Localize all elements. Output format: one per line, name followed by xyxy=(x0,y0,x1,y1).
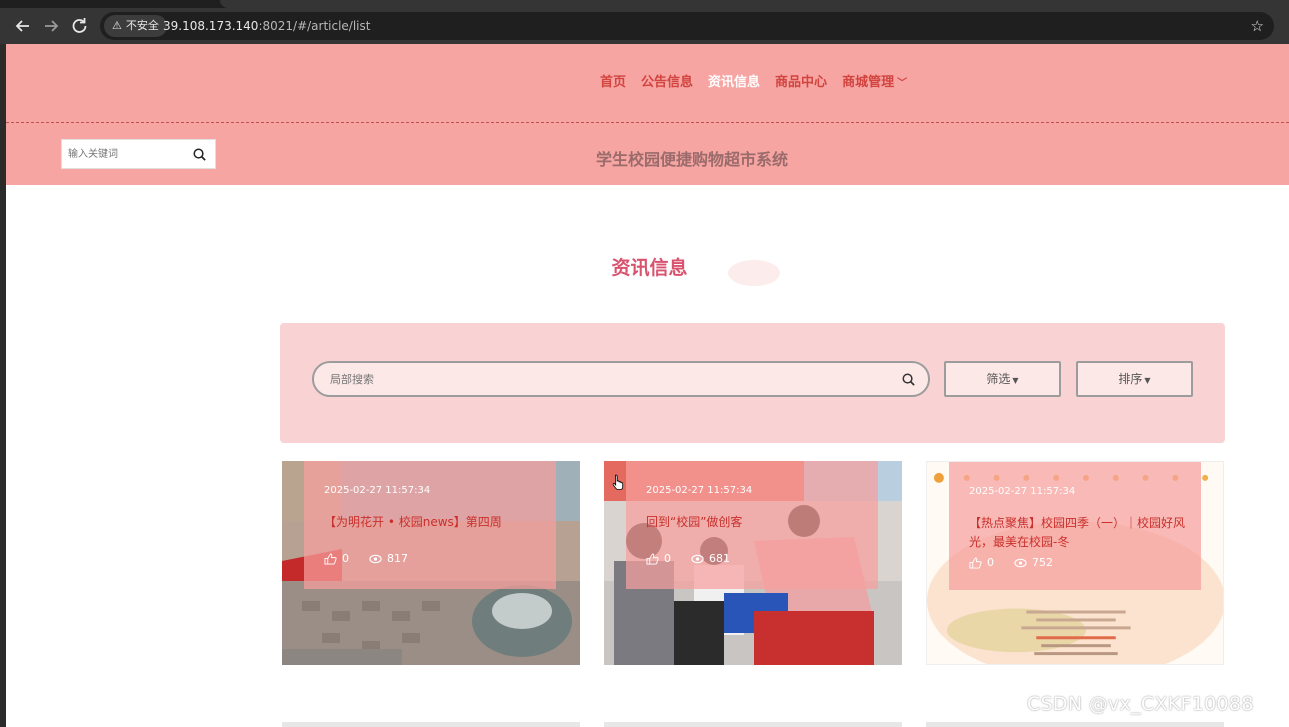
url-text: 39.108.173.140:8021/#/article/list xyxy=(163,12,370,40)
article-card[interactable]: 2025-02-27 11:57:34 回到“校园”做创客 0 681 xyxy=(604,461,902,665)
site-header: 首页 公告信息 资讯信息 商品中心 商城管理﹀ 学生校园便捷购物超市系统 xyxy=(6,44,1289,185)
eye-icon xyxy=(369,554,382,563)
caret-down-icon: ▼ xyxy=(1144,376,1151,385)
article-meta: 0 817 xyxy=(324,552,408,565)
hand-cursor-icon xyxy=(612,474,624,490)
back-button[interactable] xyxy=(11,14,35,38)
local-search-input[interactable] xyxy=(330,371,870,387)
article-title[interactable]: 【热点聚焦】校园四季（一）｜校园好风光，最美在校园-冬 xyxy=(969,514,1187,552)
local-search[interactable] xyxy=(312,361,930,397)
next-row-card-edge xyxy=(282,722,580,727)
like-count: 0 xyxy=(987,556,994,569)
browser-active-tab[interactable] xyxy=(220,0,1289,8)
browser-toolbar: ⚠ 不安全 39.108.173.140:8021/#/article/list … xyxy=(0,8,1289,44)
chevron-down-icon: ﹀ xyxy=(897,78,908,89)
thumbs-up-icon[interactable] xyxy=(324,552,337,565)
article-title[interactable]: 回到“校园”做创客 xyxy=(646,513,864,532)
site-title: 学生校园便捷购物超市系统 xyxy=(596,150,789,169)
eye-icon xyxy=(1014,558,1027,567)
thumbs-up-icon[interactable] xyxy=(969,556,982,569)
url-host: 39.108.173.140 xyxy=(163,19,259,33)
nav-item-mall-management[interactable]: 商城管理 ﹀ xyxy=(842,74,907,92)
security-label: 不安全 xyxy=(125,19,159,32)
warning-triangle-icon: ⚠ xyxy=(112,19,122,32)
article-date: 2025-02-27 11:57:34 xyxy=(324,485,431,496)
sort-label: 排序 xyxy=(1118,372,1143,386)
nav-item-mall-label: 商城管理 xyxy=(842,75,895,90)
filter-dropdown-button[interactable]: 筛选 ▼ xyxy=(944,361,1061,397)
header-divider xyxy=(6,122,1289,123)
view-count: 752 xyxy=(1032,556,1053,569)
article-meta: 0 752 xyxy=(969,556,1053,569)
article-card[interactable]: 2025-02-27 11:57:34 【为明花开 • 校园news】第四周 0… xyxy=(282,461,580,665)
web-page: 首页 公告信息 资讯信息 商品中心 商城管理﹀ 学生校园便捷购物超市系统 资讯信… xyxy=(6,44,1289,727)
csdn-watermark: CSDN @vx_CXKF10088 xyxy=(1027,693,1254,715)
arrow-right-icon xyxy=(45,20,59,32)
article-date: 2025-02-27 11:57:34 xyxy=(969,486,1076,497)
page-title: 资讯信息 xyxy=(6,253,1289,280)
search-icon[interactable] xyxy=(901,372,916,387)
article-meta: 0 681 xyxy=(646,552,730,565)
nav-item-announcements[interactable]: 公告信息 xyxy=(641,74,693,92)
address-bar[interactable]: ⚠ 不安全 39.108.173.140:8021/#/article/list … xyxy=(100,12,1274,40)
page-title-text: 资讯信息 xyxy=(611,257,688,279)
nav-item-products[interactable]: 商品中心 xyxy=(775,74,827,92)
reload-button[interactable] xyxy=(67,14,91,38)
article-date: 2025-02-27 11:57:34 xyxy=(646,485,753,496)
main-nav: 首页 公告信息 资讯信息 商品中心 商城管理 ﹀ xyxy=(600,74,907,92)
star-icon[interactable]: ☆ xyxy=(1251,12,1264,40)
view-count: 681 xyxy=(709,552,730,565)
article-card[interactable]: 2025-02-27 11:57:34 【热点聚焦】校园四季（一）｜校园好风光，… xyxy=(926,461,1224,665)
security-indicator[interactable]: ⚠ 不安全 xyxy=(104,15,167,37)
sort-dropdown-button[interactable]: 排序 ▼ xyxy=(1076,361,1193,397)
eye-icon xyxy=(691,554,704,563)
article-title[interactable]: 【为明花开 • 校园news】第四周 xyxy=(324,513,542,532)
next-row-card-edge xyxy=(604,722,902,727)
next-row-card-edge xyxy=(926,722,1224,727)
nav-item-home[interactable]: 首页 xyxy=(600,74,626,92)
like-count: 0 xyxy=(664,552,671,565)
reload-icon xyxy=(72,18,87,33)
url-path: :8021/#/article/list xyxy=(258,19,371,33)
filter-panel: 筛选▼ 排序▼ xyxy=(280,323,1225,443)
filter-label: 筛选 xyxy=(986,372,1011,386)
caret-down-icon: ▼ xyxy=(1012,376,1019,385)
arrow-left-icon xyxy=(15,20,29,32)
forward-button[interactable] xyxy=(39,14,63,38)
view-count: 817 xyxy=(387,552,408,565)
thumbs-up-icon[interactable] xyxy=(646,552,659,565)
like-count: 0 xyxy=(342,552,349,565)
nav-item-news[interactable]: 资讯信息 xyxy=(708,74,760,92)
